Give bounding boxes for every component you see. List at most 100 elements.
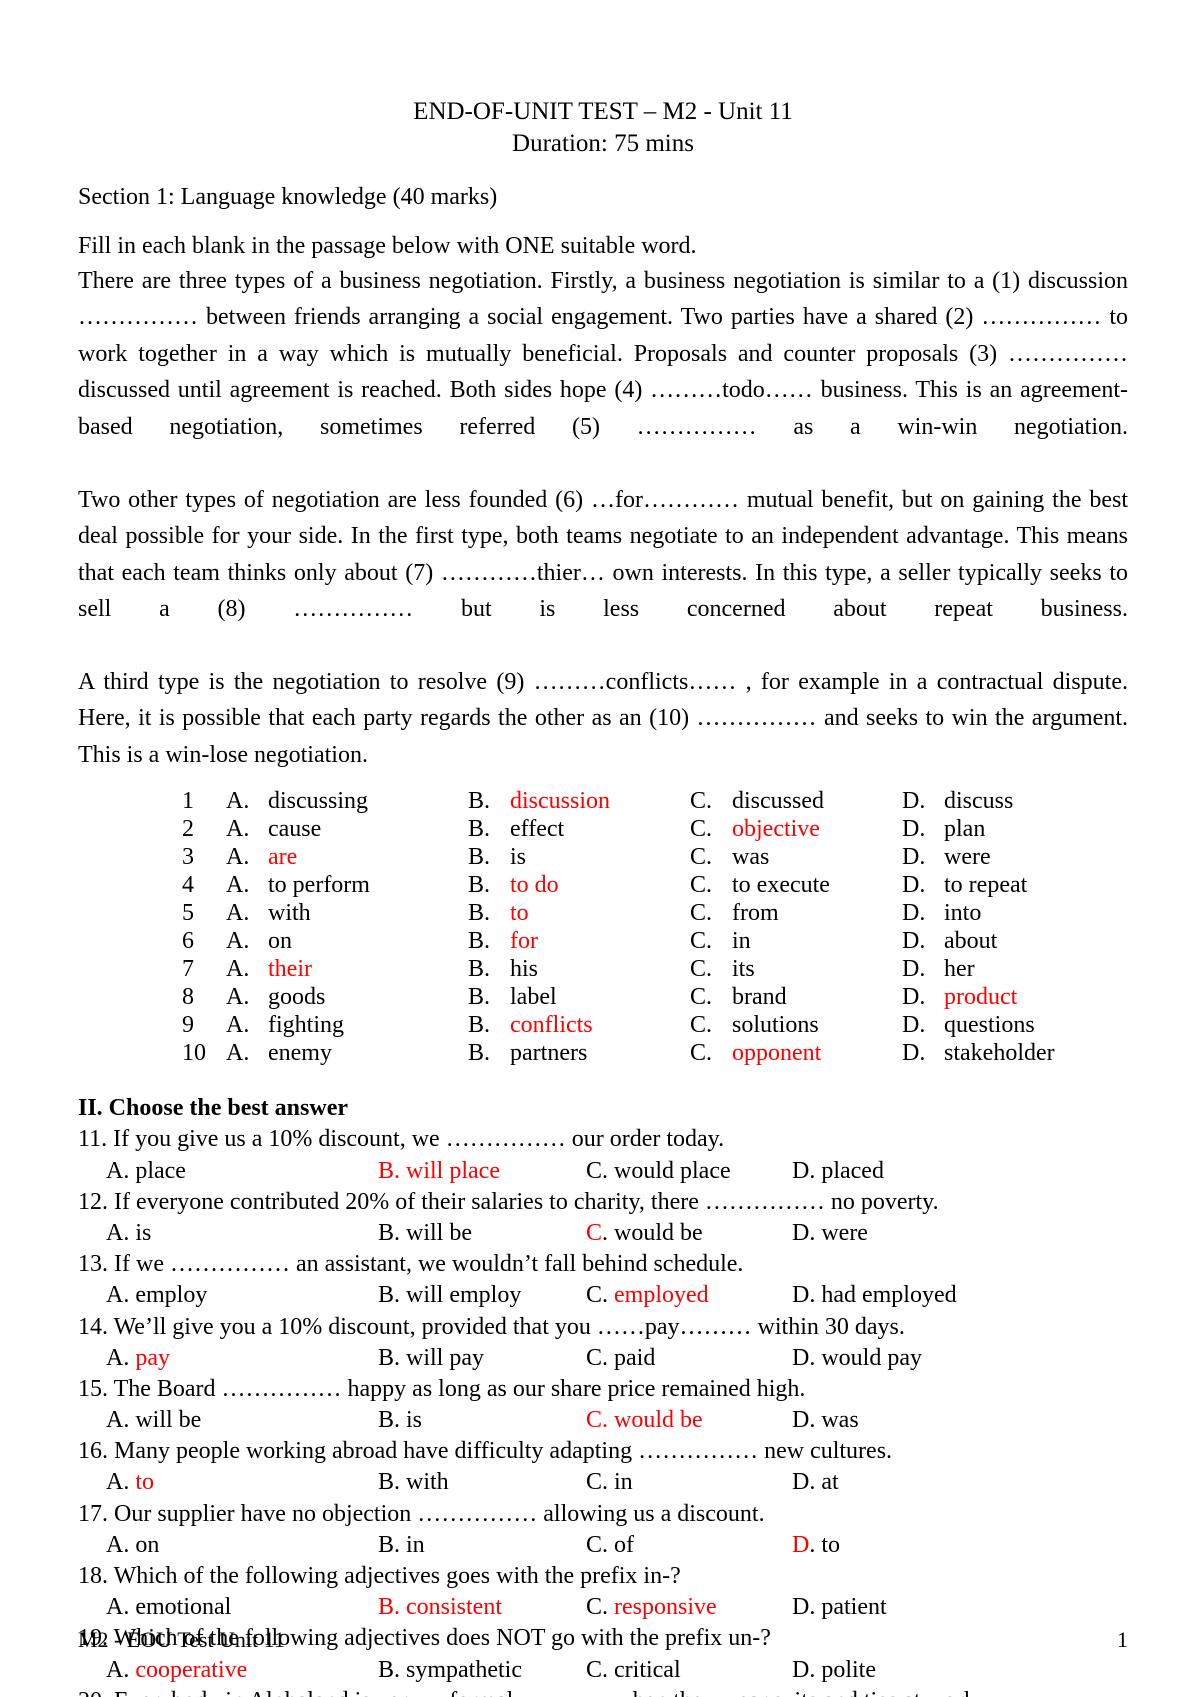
question-option[interactable]: D. were — [792, 1218, 992, 1249]
cloze-option-a[interactable]: A. cause — [226, 815, 468, 843]
cloze-option-b[interactable]: B. effect — [468, 815, 690, 843]
cloze-option-d[interactable]: D. discuss — [902, 787, 1102, 815]
cloze-option-a[interactable]: A. their — [226, 955, 468, 983]
option-letter: A. — [226, 816, 250, 843]
question-stem: 15. The Board …………… happy as long as our… — [78, 1375, 806, 1402]
question-option[interactable]: D. to — [792, 1530, 992, 1561]
question-option[interactable]: C. responsive — [586, 1592, 792, 1623]
option-label: D. polite — [792, 1656, 876, 1683]
cloze-option-b[interactable]: B. partners — [468, 1039, 690, 1067]
cloze-option-c[interactable]: C. in — [690, 927, 902, 955]
cloze-option-d[interactable]: D. into — [902, 899, 1102, 927]
cloze-option-b[interactable]: B. label — [468, 983, 690, 1011]
option-label: A. on — [106, 1531, 160, 1558]
option-label: B. will employ — [378, 1282, 522, 1309]
question-option[interactable]: B. in — [378, 1530, 586, 1561]
question-option[interactable]: D. would pay — [792, 1343, 992, 1374]
cloze-option-a[interactable]: A. on — [226, 927, 468, 955]
question-option[interactable]: B. will place — [378, 1156, 586, 1187]
cloze-option-c[interactable]: C. was — [690, 843, 902, 871]
question-option[interactable]: A. place — [106, 1156, 378, 1187]
option-letter: C. — [690, 984, 713, 1011]
question-option[interactable]: D. patient — [792, 1592, 992, 1623]
cloze-option-a[interactable]: A. with — [226, 899, 468, 927]
option-text: partners — [510, 1040, 588, 1067]
cloze-option-b[interactable]: B. to do — [468, 871, 690, 899]
question-option[interactable]: D. had employed — [792, 1280, 992, 1311]
question-option[interactable]: C. would be — [586, 1218, 792, 1249]
question-option[interactable]: A. employ — [106, 1280, 378, 1311]
question-option[interactable]: B. with — [378, 1467, 586, 1498]
option-text: product — [944, 984, 1018, 1011]
cloze-option-d[interactable]: D. plan — [902, 815, 1102, 843]
question-option[interactable]: D. at — [792, 1467, 992, 1498]
option-letter: C — [586, 1219, 603, 1246]
question-option[interactable]: A. to — [106, 1467, 378, 1498]
cloze-option-b[interactable]: B. for — [468, 927, 690, 955]
question-option[interactable]: A. emotional — [106, 1592, 378, 1623]
cloze-option-d[interactable]: D. her — [902, 955, 1102, 983]
fill-in-instruction: Fill in each blank in the passage below … — [78, 233, 697, 260]
cloze-option-d[interactable]: D. about — [902, 927, 1102, 955]
question-option[interactable]: C. would be — [586, 1405, 792, 1436]
question-option[interactable]: A. will be — [106, 1405, 378, 1436]
cloze-option-b[interactable]: B. is — [468, 843, 690, 871]
question-option[interactable]: C. would place — [586, 1156, 792, 1187]
question-option[interactable]: D. placed — [792, 1156, 992, 1187]
option-letter: B. — [468, 788, 491, 815]
question-option[interactable]: C. critical — [586, 1655, 792, 1686]
cloze-option-b[interactable]: B. conflicts — [468, 1011, 690, 1039]
cloze-option-d[interactable]: D. were — [902, 843, 1102, 871]
question-option[interactable]: A. cooperative — [106, 1655, 378, 1686]
question-option[interactable]: B. will be — [378, 1218, 586, 1249]
question-option[interactable]: A. is — [106, 1218, 378, 1249]
cloze-option-a[interactable]: A. enemy — [226, 1039, 468, 1067]
option-text: with — [268, 900, 311, 927]
cloze-option-d[interactable]: D. questions — [902, 1011, 1102, 1039]
cloze-option-d[interactable]: D. stakeholder — [902, 1039, 1102, 1067]
question-options-row: A. will be B. is C. would be D. was — [78, 1405, 1128, 1436]
option-letter: C. — [690, 1012, 713, 1039]
question-stem: 17. Our supplier have no objection ……………… — [78, 1500, 765, 1527]
cloze-option-b[interactable]: B. his — [468, 955, 690, 983]
question-option[interactable]: A. on — [106, 1530, 378, 1561]
option-text: discuss — [944, 788, 1014, 815]
cloze-option-a[interactable]: A. are — [226, 843, 468, 871]
cloze-option-d[interactable]: D. product — [902, 983, 1102, 1011]
question-option[interactable]: C. of — [586, 1530, 792, 1561]
question-option[interactable]: B. will pay — [378, 1343, 586, 1374]
cloze-option-c[interactable]: C. opponent — [690, 1039, 902, 1067]
cloze-option-c[interactable]: C. objective — [690, 815, 902, 843]
option-text: to do — [510, 872, 559, 899]
question-option[interactable]: B. consistent — [378, 1592, 586, 1623]
option-label: . would be — [602, 1219, 703, 1246]
cloze-option-a[interactable]: A. discussing — [226, 787, 468, 815]
option-letter: C. — [586, 1282, 615, 1309]
cloze-option-d[interactable]: D. to repeat — [902, 871, 1102, 899]
question-option[interactable]: A. pay — [106, 1343, 378, 1374]
cloze-option-c[interactable]: C. discussed — [690, 787, 902, 815]
question-option[interactable]: C. paid — [586, 1343, 792, 1374]
option-text: conflicts — [510, 1012, 593, 1039]
option-letter: B. — [468, 844, 491, 871]
question-option[interactable]: D. was — [792, 1405, 992, 1436]
cloze-option-c[interactable]: C. brand — [690, 983, 902, 1011]
option-text: to — [510, 900, 529, 927]
question-option[interactable]: B. will employ — [378, 1280, 586, 1311]
cloze-option-c[interactable]: C. solutions — [690, 1011, 902, 1039]
cloze-option-a[interactable]: A. to perform — [226, 871, 468, 899]
cloze-option-c[interactable]: C. to execute — [690, 871, 902, 899]
cloze-option-a[interactable]: A. fighting — [226, 1011, 468, 1039]
question-option[interactable]: C. employed — [586, 1280, 792, 1311]
cloze-option-c[interactable]: C. from — [690, 899, 902, 927]
cloze-option-b[interactable]: B. to — [468, 899, 690, 927]
question-option[interactable]: B. sympathetic — [378, 1655, 586, 1686]
option-label: D. had employed — [792, 1282, 957, 1309]
question-option[interactable]: D. polite — [792, 1655, 992, 1686]
cloze-option-c[interactable]: C. its — [690, 955, 902, 983]
question-option[interactable]: C. in — [586, 1467, 792, 1498]
option-letter: A. — [226, 1012, 250, 1039]
cloze-option-b[interactable]: B. discussion — [468, 787, 690, 815]
cloze-option-a[interactable]: A. goods — [226, 983, 468, 1011]
question-option[interactable]: B. is — [378, 1405, 586, 1436]
